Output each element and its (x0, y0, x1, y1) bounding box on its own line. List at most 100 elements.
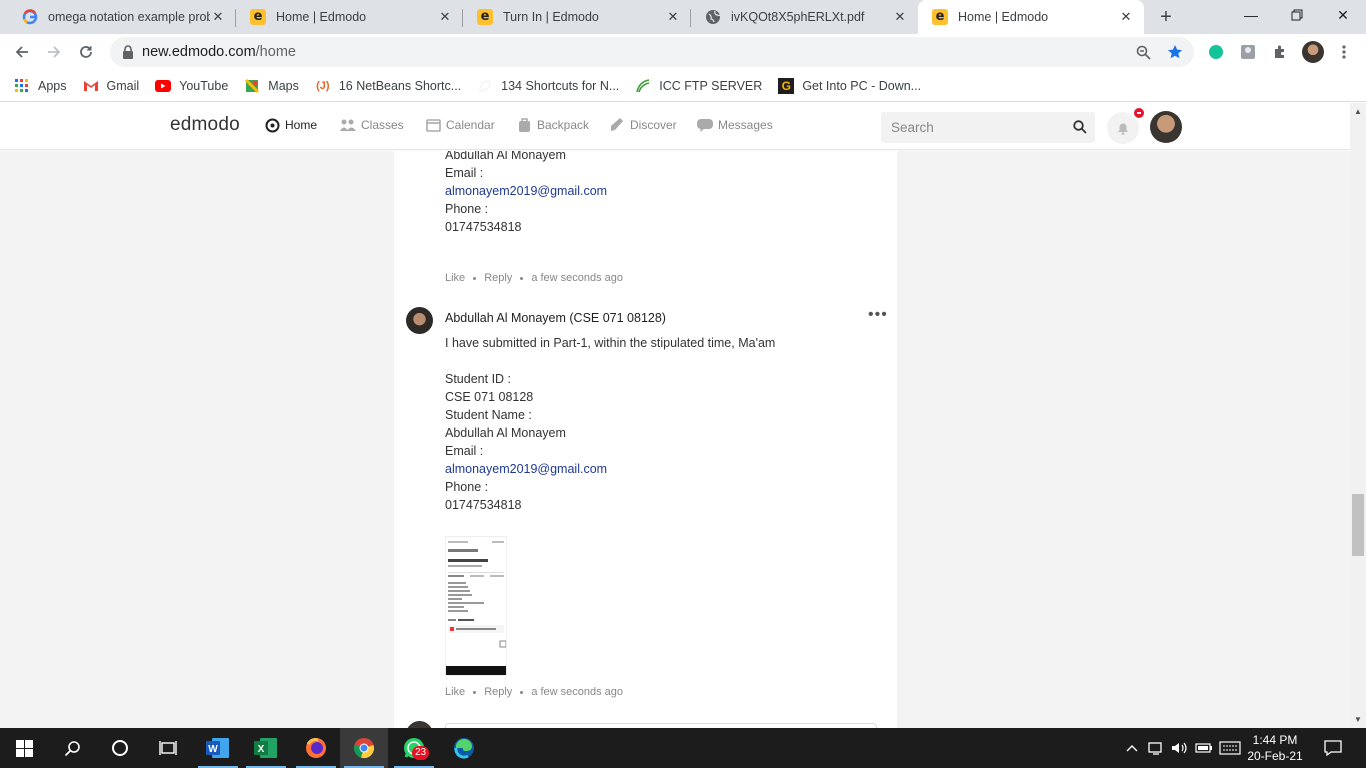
comment-author[interactable]: Abdullah Al Monayem (CSE 071 08128) (445, 311, 666, 325)
email-link[interactable]: almonayem2019@gmail.com (445, 460, 607, 478)
bookmark-youtube[interactable]: YouTube (155, 78, 228, 94)
tab-edmodo-turnin[interactable]: e Turn In | Edmodo ✕ (463, 0, 691, 34)
profile-ext-icon[interactable] (1238, 42, 1258, 62)
bookmark-star-icon[interactable] (1167, 44, 1183, 60)
reply-link[interactable]: Reply (484, 272, 512, 284)
battery-icon[interactable] (1194, 728, 1214, 768)
comment-line: Student ID : (445, 372, 512, 386)
comment-message: I have submitted in Part-1, within the s… (445, 336, 776, 350)
address-bar[interactable]: new.edmodo.com/home (110, 37, 1194, 67)
nav-discover[interactable]: Discover (609, 117, 677, 133)
word-app[interactable]: W (194, 728, 242, 768)
url-host: new.edmodo.com (142, 44, 256, 60)
nav-label: Classes (361, 118, 404, 132)
bookmark-gmail[interactable]: Gmail (83, 78, 139, 94)
close-icon[interactable]: ✕ (437, 9, 453, 25)
close-icon[interactable]: ✕ (892, 9, 908, 25)
nav-calendar[interactable]: Calendar (425, 117, 495, 133)
profile-avatar[interactable] (1302, 41, 1324, 63)
tab-google[interactable]: omega notation example prob ✕ (8, 0, 236, 34)
search-placeholder: Search (891, 120, 934, 135)
comment-avatar (406, 721, 433, 728)
bookmark-maps[interactable]: Maps (244, 78, 299, 94)
edge-app[interactable] (440, 728, 488, 768)
attachment-thumbnail[interactable] (445, 536, 507, 676)
chrome-app[interactable] (340, 728, 388, 768)
tab-title: Home | Edmodo (958, 10, 1049, 24)
like-link[interactable]: Like (445, 272, 465, 284)
search-icon[interactable] (1073, 120, 1087, 134)
bookmark-getintopc[interactable]: G Get Into PC - Down... (778, 77, 921, 94)
cortana-circle-icon (112, 740, 128, 756)
bookmark-label: ICC FTP SERVER (659, 78, 763, 93)
comment-line: Abdullah Al Monayem (445, 426, 566, 440)
tab-edmodo-home-active[interactable]: e Home | Edmodo ✕ (918, 0, 1144, 34)
page-scrollbar[interactable] (1350, 103, 1366, 728)
search-taskbar-button[interactable] (48, 728, 96, 768)
svg-text:X: X (258, 744, 265, 755)
bookmark-netbeans[interactable]: (J) 16 NetBeans Shortc... (315, 78, 461, 94)
volume-icon[interactable] (1170, 728, 1190, 768)
user-avatar[interactable] (1150, 111, 1182, 143)
network-icon[interactable] (1146, 728, 1166, 768)
tab-title: ivKQOt8X5phERLXt.pdf (731, 10, 865, 24)
reload-button[interactable] (74, 40, 98, 64)
bookmark-icc[interactable]: ICC FTP SERVER (635, 78, 762, 94)
tab-edmodo-home[interactable]: e Home | Edmodo ✕ (236, 0, 463, 34)
whatsapp-app[interactable]: 23 (390, 728, 438, 768)
edmodo-logo[interactable]: edmodo (170, 114, 240, 136)
browser-toolbar: new.edmodo.com/home (0, 34, 1366, 70)
clock-date: 20-Feb-21 (1247, 749, 1303, 763)
edmodo-icon: e (477, 9, 493, 25)
nav-home[interactable]: Home (264, 117, 317, 133)
excel-app[interactable]: X (242, 728, 290, 768)
task-view-button[interactable] (144, 728, 192, 768)
forward-button[interactable] (42, 40, 66, 64)
show-hidden-icons[interactable] (1124, 728, 1140, 768)
new-tab-button[interactable]: + (1155, 6, 1177, 28)
whatsapp-badge: 23 (412, 746, 430, 760)
bookmark-apps[interactable]: Apps (14, 78, 67, 94)
email-link[interactable]: almonayem2019@gmail.com (445, 182, 607, 200)
back-button[interactable] (10, 40, 34, 64)
scrollbar-thumb[interactable] (1352, 494, 1364, 556)
tab-title: Turn In | Edmodo (503, 10, 599, 24)
scroll-down-arrow[interactable]: ▼ (1350, 712, 1366, 726)
tab-pdf[interactable]: ivKQOt8X5phERLXt.pdf ✕ (691, 0, 918, 34)
extensions-puzzle-icon[interactable] (1270, 42, 1290, 62)
nav-backpack[interactable]: Backpack (516, 117, 589, 133)
more-options-button[interactable]: ••• (868, 306, 888, 324)
comment-timestamp: a few seconds ago (531, 272, 624, 284)
firefox-app[interactable] (292, 728, 340, 768)
bookmark-label: YouTube (179, 78, 229, 93)
start-button[interactable] (0, 728, 48, 768)
cortana-button[interactable] (96, 728, 144, 768)
reply-link[interactable]: Reply (484, 686, 512, 698)
like-link[interactable]: Like (445, 686, 465, 698)
comment-avatar[interactable] (406, 307, 433, 334)
bookmark-label: Maps (268, 78, 299, 93)
nav-messages[interactable]: Messages (697, 117, 773, 133)
nav-classes[interactable]: Classes (340, 117, 404, 133)
comment-line: Student Name : (445, 408, 532, 422)
bookmark-shortcuts[interactable]: 134 Shortcuts for N... (477, 78, 619, 94)
chrome-menu-icon[interactable] (1334, 42, 1354, 62)
zoom-icon[interactable] (1136, 45, 1151, 60)
minimize-button[interactable]: — (1228, 0, 1274, 30)
system-clock[interactable]: 1:44 PM 20-Feb-21 (1240, 732, 1310, 764)
keyboard-icon[interactable] (1218, 728, 1242, 768)
edmodo-icon: e (932, 9, 948, 25)
search-input[interactable]: Search (881, 112, 1095, 143)
grammarly-icon[interactable] (1206, 42, 1226, 62)
chevron-up-icon (1126, 745, 1138, 752)
maps-icon (244, 78, 260, 94)
close-icon[interactable]: ✕ (210, 9, 226, 25)
reload-icon (80, 46, 92, 58)
close-icon[interactable]: ✕ (665, 9, 681, 25)
close-icon[interactable]: ✕ (1118, 9, 1134, 25)
nav-label: Backpack (537, 118, 590, 132)
scroll-up-arrow[interactable]: ▲ (1350, 104, 1366, 118)
close-window-button[interactable]: ✕ (1320, 0, 1366, 30)
action-center-button[interactable] (1318, 728, 1348, 768)
restore-button[interactable] (1274, 0, 1320, 30)
